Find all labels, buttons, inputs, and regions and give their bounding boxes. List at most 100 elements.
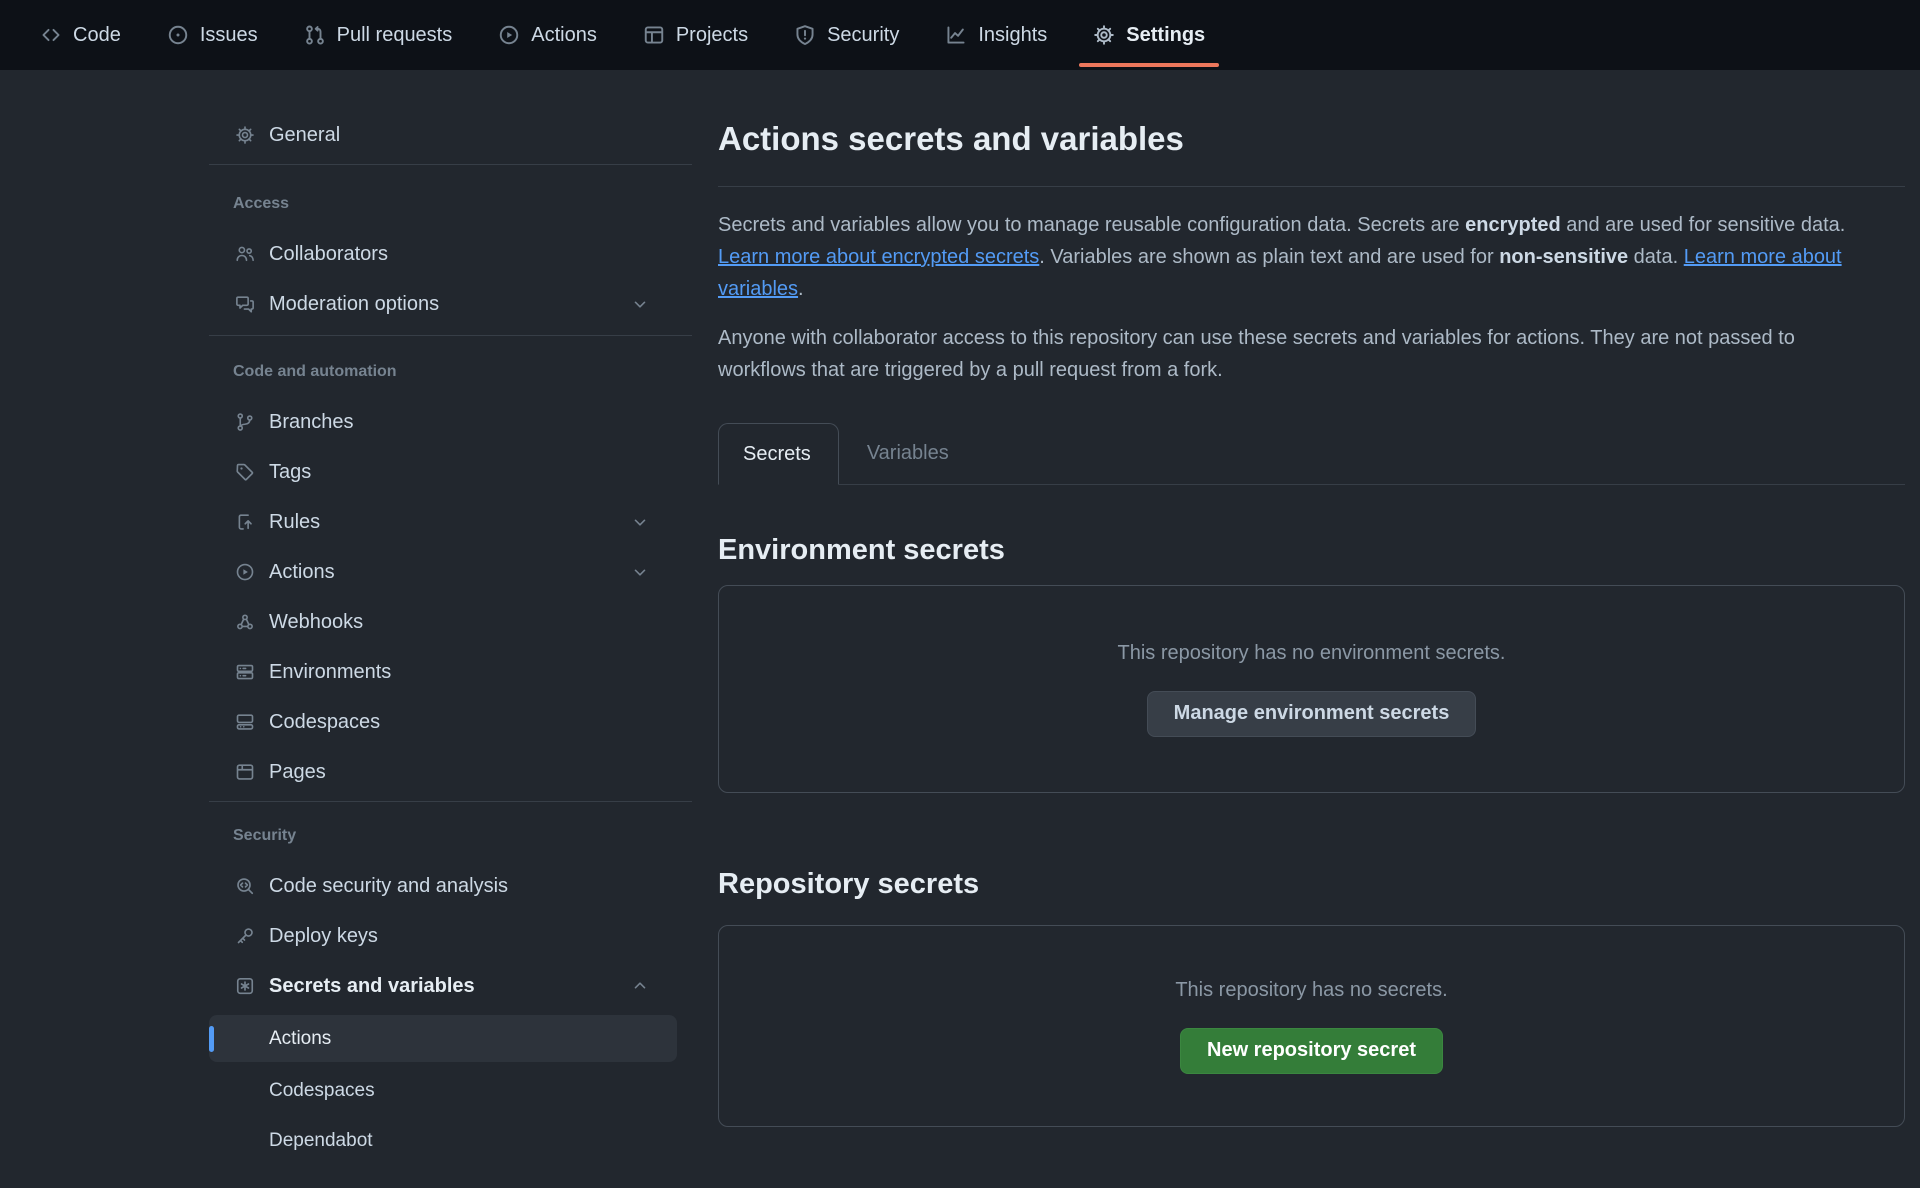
collaborator-access-paragraph: Anyone with collaborator access to this … bbox=[718, 322, 1883, 386]
sidebar-item-collaborators[interactable]: Collaborators bbox=[209, 233, 677, 275]
sidebar-item-label: Rules bbox=[269, 511, 320, 534]
settings-sidebar: General Access Collaborators Moderation … bbox=[209, 70, 692, 1170]
environment-secrets-heading: Environment secrets bbox=[718, 533, 1905, 568]
sidebar-divider bbox=[209, 801, 692, 802]
graph-icon bbox=[945, 24, 967, 46]
key-asterisk-icon bbox=[235, 976, 269, 996]
sidebar-item-webhooks[interactable]: Webhooks bbox=[209, 601, 677, 643]
nav-tab-label: Insights bbox=[978, 24, 1047, 47]
sidebar-item-label: General bbox=[269, 124, 340, 147]
nav-tab-label: Issues bbox=[200, 24, 258, 47]
sidebar-item-environments[interactable]: Environments bbox=[209, 651, 677, 693]
table-icon bbox=[643, 24, 665, 46]
nav-tab-code[interactable]: Code bbox=[40, 0, 121, 70]
code-icon bbox=[40, 24, 62, 46]
text-segment: and are used for sensitive data. bbox=[1561, 214, 1846, 236]
chevron-down-icon bbox=[631, 513, 663, 531]
nav-tab-settings[interactable]: Settings bbox=[1093, 0, 1205, 70]
codespaces-icon bbox=[235, 712, 269, 732]
sidebar-item-deploy-keys[interactable]: Deploy keys bbox=[209, 915, 677, 957]
sidebar-item-label: Code security and analysis bbox=[269, 875, 508, 898]
secrets-variables-tabnav: Secrets Variables bbox=[718, 422, 1905, 485]
environment-secrets-empty-text: This repository has no environment secre… bbox=[1118, 642, 1506, 665]
nav-tab-label: Pull requests bbox=[337, 24, 453, 47]
nav-tab-label: Projects bbox=[676, 24, 748, 47]
webhook-icon bbox=[235, 612, 269, 632]
sidebar-item-label: Moderation options bbox=[269, 293, 439, 316]
sidebar-section-access: Access bbox=[209, 191, 692, 217]
nav-tab-pull-requests[interactable]: Pull requests bbox=[304, 0, 453, 70]
sidebar-subitem-label: Dependabot bbox=[269, 1130, 373, 1152]
sidebar-item-label: Collaborators bbox=[269, 243, 388, 266]
key-icon bbox=[235, 926, 269, 946]
sidebar-item-secrets-and-variables[interactable]: Secrets and variables bbox=[209, 965, 677, 1007]
nav-tab-issues[interactable]: Issues bbox=[167, 0, 258, 70]
tab-label: Variables bbox=[867, 442, 949, 465]
sidebar-section-security: Security bbox=[209, 823, 692, 849]
play-icon bbox=[235, 562, 269, 582]
tab-secrets[interactable]: Secrets bbox=[718, 423, 839, 485]
nav-tab-label: Security bbox=[827, 24, 899, 47]
nav-tab-security[interactable]: Security bbox=[794, 0, 899, 70]
sidebar-subitem-actions[interactable]: Actions bbox=[209, 1015, 677, 1062]
git-branch-icon bbox=[235, 412, 269, 432]
chevron-up-icon bbox=[631, 977, 663, 995]
sidebar-item-moderation-options[interactable]: Moderation options bbox=[209, 283, 677, 325]
page: { "nav": { "items": [ { "label": "Code",… bbox=[0, 0, 1920, 1188]
manage-environment-secrets-button[interactable]: Manage environment secrets bbox=[1147, 691, 1477, 737]
sidebar-item-general[interactable]: General bbox=[209, 114, 677, 156]
sidebar-item-label: Deploy keys bbox=[269, 925, 378, 948]
main-content: Actions secrets and variables Secrets an… bbox=[718, 70, 1905, 1127]
repo-tab-nav: Code Issues Pull requests Actions bbox=[0, 0, 1920, 70]
text-segment: encrypted bbox=[1465, 214, 1561, 236]
sidebar-item-tags[interactable]: Tags bbox=[209, 451, 677, 493]
repository-secrets-empty-text: This repository has no secrets. bbox=[1175, 979, 1447, 1002]
text-segment: . Variables are shown as plain text and … bbox=[1039, 246, 1499, 268]
issue-opened-icon bbox=[167, 24, 189, 46]
comment-discussion-icon bbox=[235, 294, 269, 314]
sidebar-item-label: Secrets and variables bbox=[269, 975, 475, 998]
server-icon bbox=[235, 662, 269, 682]
codescan-icon bbox=[235, 876, 269, 896]
sidebar-subitem-codespaces[interactable]: Codespaces bbox=[209, 1070, 677, 1112]
text-segment: non-sensitive bbox=[1499, 246, 1628, 268]
tab-label: Secrets bbox=[743, 443, 811, 466]
new-repository-secret-button[interactable]: New repository secret bbox=[1180, 1028, 1443, 1074]
sidebar-item-rules[interactable]: Rules bbox=[209, 501, 677, 543]
chevron-down-icon bbox=[631, 563, 663, 581]
learn-more-encrypted-secrets-link[interactable]: Learn more about encrypted secrets bbox=[718, 246, 1039, 268]
gear-icon bbox=[1093, 24, 1115, 46]
sidebar-subitem-label: Codespaces bbox=[269, 1080, 375, 1102]
text-segment: data. bbox=[1628, 246, 1684, 268]
environment-secrets-empty-box: This repository has no environment secre… bbox=[718, 585, 1905, 793]
sidebar-item-code-security-and-analysis[interactable]: Code security and analysis bbox=[209, 865, 677, 907]
git-pull-request-icon bbox=[304, 24, 326, 46]
sidebar-item-label: Codespaces bbox=[269, 711, 380, 734]
sidebar-item-label: Branches bbox=[269, 411, 354, 434]
sidebar-item-label: Actions bbox=[269, 561, 335, 584]
sidebar-item-label: Pages bbox=[269, 761, 326, 784]
people-icon bbox=[235, 244, 269, 264]
sidebar-divider bbox=[209, 164, 692, 165]
text-segment: . bbox=[798, 278, 804, 300]
sidebar-item-actions[interactable]: Actions bbox=[209, 551, 677, 593]
tab-variables[interactable]: Variables bbox=[839, 422, 977, 484]
nav-tab-label: Code bbox=[73, 24, 121, 47]
active-item-marker bbox=[209, 1026, 214, 1052]
sidebar-subitem-dependabot[interactable]: Dependabot bbox=[209, 1120, 677, 1162]
sidebar-divider bbox=[209, 335, 692, 336]
sidebar-item-codespaces[interactable]: Codespaces bbox=[209, 701, 677, 743]
page-title: Actions secrets and variables bbox=[718, 119, 1905, 159]
sidebar-item-branches[interactable]: Branches bbox=[209, 401, 677, 443]
repository-secrets-heading: Repository secrets bbox=[718, 867, 1905, 902]
sidebar-item-label: Tags bbox=[269, 461, 311, 484]
play-icon bbox=[498, 24, 520, 46]
nav-tab-insights[interactable]: Insights bbox=[945, 0, 1047, 70]
nav-tab-actions[interactable]: Actions bbox=[498, 0, 597, 70]
settings-active-underline bbox=[1079, 63, 1219, 67]
sidebar-item-pages[interactable]: Pages bbox=[209, 751, 677, 793]
sidebar-section-code-and-automation: Code and automation bbox=[209, 359, 692, 385]
nav-tab-label: Actions bbox=[531, 24, 597, 47]
shield-icon bbox=[794, 24, 816, 46]
nav-tab-projects[interactable]: Projects bbox=[643, 0, 748, 70]
